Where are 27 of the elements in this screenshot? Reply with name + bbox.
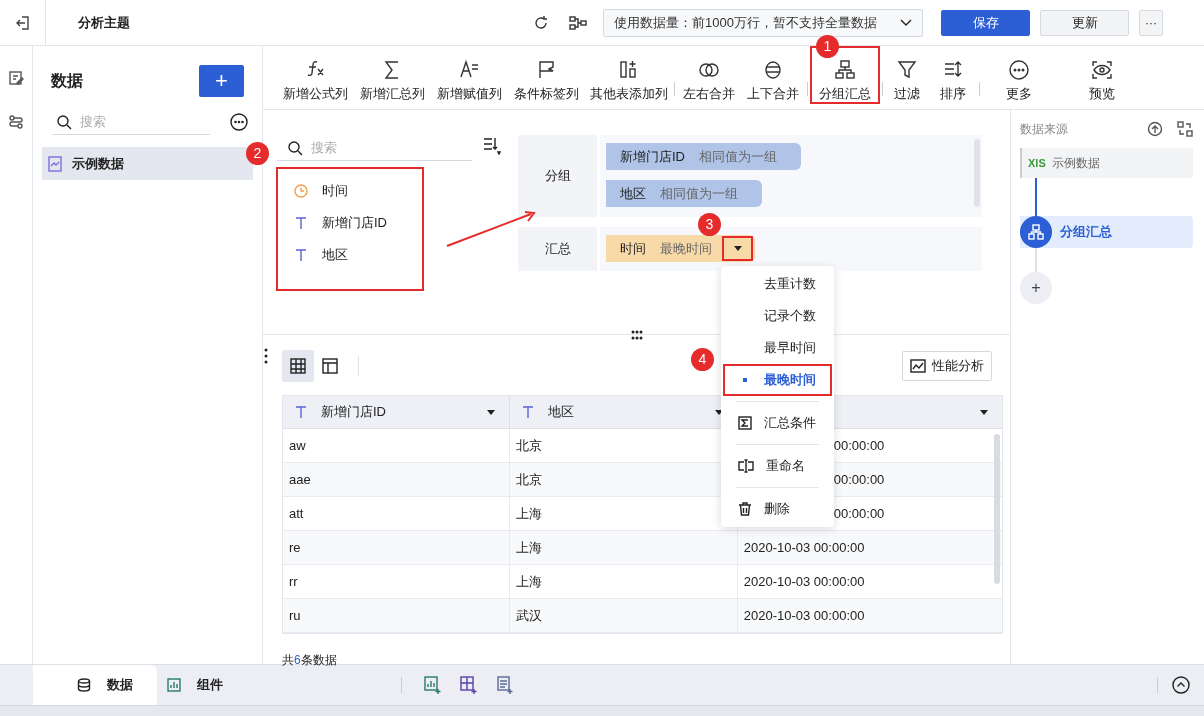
table-cell-text: re	[289, 538, 301, 557]
table-cell-text: 武汉	[516, 606, 543, 625]
table-cell-text: 北京	[516, 436, 543, 455]
table-cell-text: 00:00:00	[833, 436, 885, 455]
step-number-badge: 2	[246, 142, 269, 165]
table-cell-text: 上海	[516, 572, 543, 591]
table-cell-text: 2020-10-03 00:00:00	[743, 606, 865, 625]
panel-title: 数据来源	[1020, 121, 1068, 138]
step-number-badge: 4	[691, 348, 714, 371]
table-cell-text: 2020-10-03 00:00:00	[743, 538, 865, 557]
table-cell-text: rr	[289, 572, 298, 591]
step-number-badge: 1	[816, 35, 839, 58]
table-cell-text: ru	[289, 606, 301, 625]
table-cell-text: 上海	[516, 504, 543, 523]
window-title: 分析主题	[78, 13, 131, 32]
table-cell-text: 上海	[516, 538, 543, 557]
table-cell-text: att	[289, 504, 304, 523]
row-count: 共6条数据	[282, 652, 338, 669]
table-cell-text: 00:00:00	[833, 504, 885, 523]
section-label: 汇总	[544, 240, 571, 259]
panel-title: 数据	[51, 71, 83, 91]
table-cell-text: 00:00:00	[833, 470, 885, 489]
table-cell-text: 2020-10-03 00:00:00	[743, 572, 865, 591]
table-cell-text: aae	[289, 470, 311, 489]
table-cell-text: 北京	[516, 470, 543, 489]
section-label: 分组	[544, 167, 571, 186]
table-cell-text: aw	[289, 436, 306, 455]
